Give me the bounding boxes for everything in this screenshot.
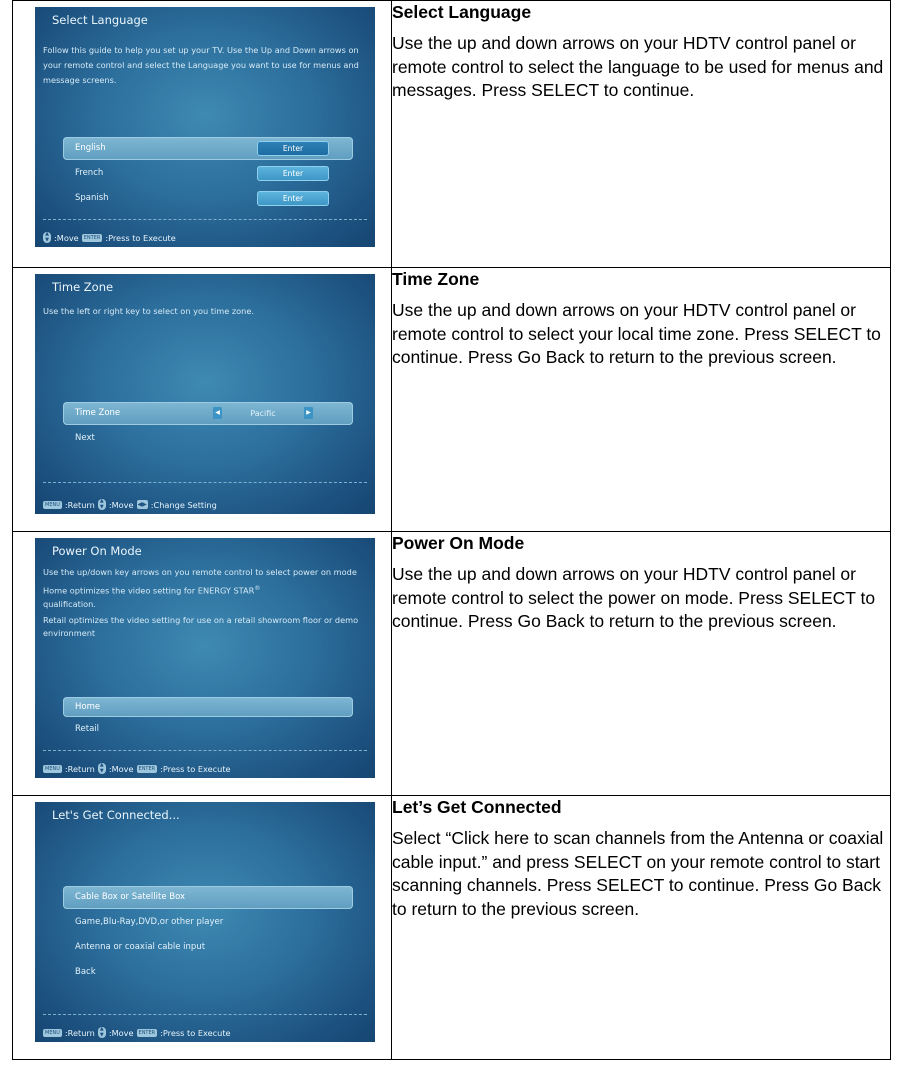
menu-item-time-zone[interactable]: Time Zone ◀ Pacific ▶ — [63, 402, 353, 425]
menu-key-icon: MENU — [43, 500, 62, 509]
menu-item-game-player[interactable]: Game,Blu-Ray,DVD,or other player — [63, 911, 353, 934]
menu-key-icon: MENU — [43, 1028, 62, 1037]
section-body: Select “Click here to scan channels from… — [392, 828, 884, 919]
section-title: Let’s Get Connected — [392, 797, 562, 817]
divider — [43, 219, 367, 220]
description-cell: Power On Mode Use the up and down arrows… — [391, 531, 891, 796]
menu-item-english[interactable]: English Enter — [63, 137, 353, 160]
menu-item-retail[interactable]: Retail — [63, 719, 353, 739]
screen-description: Use the up/down key arrows on you remote… — [43, 567, 359, 638]
menu-item-home[interactable]: Home — [63, 697, 353, 717]
screen-title: Time Zone — [52, 280, 114, 294]
screenshot-cell: Time Zone Use the left or right key to s… — [12, 267, 392, 532]
table-row: Time Zone Use the left or right key to s… — [12, 267, 891, 532]
enter-key-icon: ENTER — [136, 1028, 158, 1037]
screen-footer: MENU :Return ▲ ▼ :Move ENTER :Press to Ex… — [43, 762, 231, 774]
table-row: Select Language Follow this guide to hel… — [12, 0, 891, 268]
left-arrow-icon[interactable]: ◀ — [213, 407, 222, 419]
instruction-table: Select Language Follow this guide to hel… — [12, 0, 891, 1060]
tv-screen-get-connected: Let's Get Connected... Cable Box or Sate… — [35, 802, 375, 1042]
tv-screen-select-language: Select Language Follow this guide to hel… — [35, 7, 375, 247]
screen-footer: MENU :Return ▲ ▼ :Move ENTER :Press to Ex… — [43, 1026, 231, 1038]
screen-title: Select Language — [52, 13, 148, 27]
power-mode-menu: Home Retail — [63, 697, 353, 741]
description-cell: Time Zone Use the up and down arrows on … — [391, 267, 891, 532]
divider — [43, 750, 367, 751]
menu-item-french[interactable]: French Enter — [63, 162, 353, 185]
section-body: Use the up and down arrows on your HDTV … — [392, 33, 884, 100]
table-row: Let's Get Connected... Cable Box or Sate… — [12, 795, 891, 1060]
screenshot-cell: Power On Mode Use the up/down key arrows… — [12, 531, 392, 796]
menu-item-next[interactable]: Next — [63, 427, 353, 450]
menu-item-antenna[interactable]: Antenna or coaxial cable input — [63, 936, 353, 959]
time-zone-menu: Time Zone ◀ Pacific ▶ Next — [63, 402, 353, 452]
enter-key-icon: ENTER — [136, 764, 158, 773]
menu-item-spanish[interactable]: Spanish Enter — [63, 187, 353, 210]
connection-menu: Cable Box or Satellite Box Game,Blu-Ray,… — [63, 886, 353, 986]
screenshot-cell: Let's Get Connected... Cable Box or Sate… — [12, 795, 392, 1060]
menu-item-cable-box[interactable]: Cable Box or Satellite Box — [63, 886, 353, 909]
screenshot-cell: Select Language Follow this guide to hel… — [12, 0, 392, 268]
section-title: Time Zone — [392, 269, 480, 289]
tv-screen-time-zone: Time Zone Use the left or right key to s… — [35, 274, 375, 514]
screen-footer: MENU :Return ▲ ▼ :Move ◀▶ :Change Setting — [43, 498, 217, 510]
menu-item-back[interactable]: Back — [63, 961, 353, 984]
screen-title: Power On Mode — [52, 544, 142, 558]
left-right-icon: ◀▶ — [136, 500, 148, 509]
enter-button[interactable]: Enter — [257, 191, 329, 206]
tv-screen-power-on-mode: Power On Mode Use the up/down key arrows… — [35, 538, 375, 778]
menu-key-icon: MENU — [43, 764, 62, 773]
divider — [43, 482, 367, 483]
enter-button[interactable]: Enter — [257, 141, 329, 156]
section-title: Power On Mode — [392, 533, 525, 553]
enter-key-icon: ENTER — [81, 233, 103, 242]
divider — [43, 1014, 367, 1015]
section-body: Use the up and down arrows on your HDTV … — [392, 564, 876, 631]
language-menu: English Enter French Enter Spanish Enter — [63, 137, 353, 212]
screen-description: Follow this guide to help you set up you… — [43, 45, 359, 85]
description-cell: Select Language Use the up and down arro… — [391, 0, 891, 268]
up-down-icon: ▲ ▼ — [97, 1026, 106, 1038]
screen-description: Use the left or right key to select on y… — [43, 306, 254, 316]
section-title: Select Language — [392, 2, 532, 22]
right-arrow-icon[interactable]: ▶ — [304, 407, 313, 419]
time-zone-value: Pacific — [250, 409, 276, 418]
up-down-icon: ▲ ▼ — [97, 762, 106, 774]
section-body: Use the up and down arrows on your HDTV … — [392, 300, 881, 367]
screen-footer: ▲ ▼ :Move ENTER :Press to Execute — [43, 231, 176, 243]
description-cell: Let’s Get Connected Select “Click here t… — [391, 795, 891, 1060]
screen-title: Let's Get Connected... — [52, 808, 180, 822]
table-row: Power On Mode Use the up/down key arrows… — [12, 531, 891, 796]
enter-button[interactable]: Enter — [257, 166, 329, 181]
up-down-icon: ▲ ▼ — [43, 231, 51, 243]
up-down-icon: ▲ ▼ — [97, 498, 106, 510]
